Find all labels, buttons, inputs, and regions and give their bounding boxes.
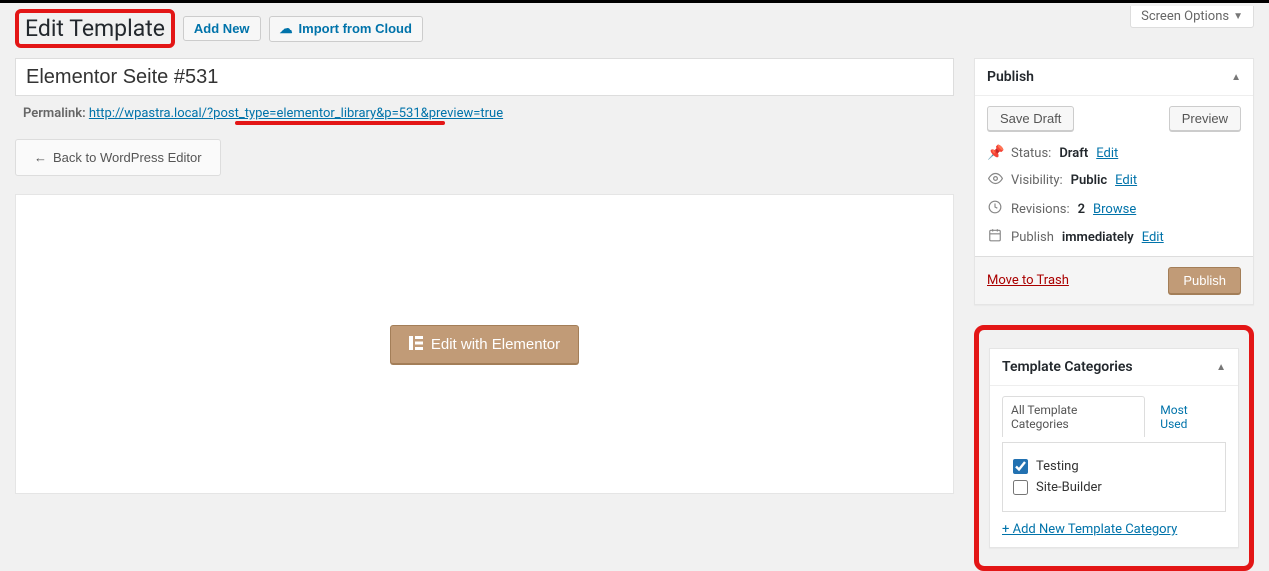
status-edit-link[interactable]: Edit [1096,146,1118,161]
visibility-value: Public [1071,173,1107,188]
post-title-input[interactable] [15,58,954,96]
annotation-underline [235,121,445,125]
arrow-left-icon: ← [34,150,47,165]
pin-icon: 📌 [987,145,1003,161]
publish-time-value: immediately [1062,230,1134,245]
publish-metabox: Publish ▲ Save Draft Preview 📌 Status: D… [974,58,1254,305]
publish-time-edit-link[interactable]: Edit [1142,230,1164,245]
publish-header[interactable]: Publish ▲ [975,59,1253,96]
move-to-trash-link[interactable]: Move to Trash [987,273,1069,288]
category-checkbox-site-builder[interactable] [1013,480,1028,495]
chevron-down-icon: ▼ [1233,11,1243,22]
status-value: Draft [1059,146,1088,161]
publish-time-label: Publish [1011,230,1054,245]
screen-options-label: Screen Options [1141,9,1229,24]
publish-button[interactable]: Publish [1168,267,1241,294]
elementor-btn-label: Edit with Elementor [431,336,560,353]
import-label: Import from Cloud [299,21,412,36]
add-new-category-link[interactable]: + Add New Template Category [1002,522,1177,537]
edit-with-elementor-button[interactable]: Edit with Elementor [390,325,579,364]
preview-button[interactable]: Preview [1169,106,1241,131]
category-checkbox-testing[interactable] [1013,459,1028,474]
save-draft-button[interactable]: Save Draft [987,106,1074,131]
categories-highlight-frame: Template Categories ▲ All Template Categ… [974,325,1254,571]
publish-title: Publish [987,69,1034,85]
category-label: Site-Builder [1036,480,1102,495]
revisions-count: 2 [1078,202,1085,217]
categories-title: Template Categories [1002,359,1133,375]
revisions-browse-link[interactable]: Browse [1093,202,1136,217]
chevron-up-icon: ▲ [1216,362,1226,373]
chevron-up-icon: ▲ [1231,72,1241,83]
revisions-label: Revisions: [1011,202,1070,217]
back-to-wp-editor-button[interactable]: ← Back to WordPress Editor [15,139,221,176]
permalink-label: Permalink: [23,106,86,121]
visibility-label: Visibility: [1011,173,1063,188]
cloud-icon: ☁ [280,21,293,37]
tab-most-used[interactable]: Most Used [1151,396,1226,437]
import-from-cloud-button[interactable]: ☁ Import from Cloud [269,16,423,42]
page-title: Edit Template [15,9,175,48]
elementor-icon [409,336,423,353]
template-categories-metabox: Template Categories ▲ All Template Categ… [989,348,1239,548]
status-label: Status: [1011,146,1051,161]
category-item-site-builder[interactable]: Site-Builder [1013,480,1215,495]
back-label: Back to WordPress Editor [53,150,202,165]
editor-canvas: Edit with Elementor [15,194,954,494]
category-label: Testing [1036,459,1079,474]
add-new-button[interactable]: Add New [183,16,261,41]
add-new-label: Add New [194,21,250,36]
screen-options-button[interactable]: Screen Options ▼ [1130,6,1254,28]
category-item-testing[interactable]: Testing [1013,459,1215,474]
eye-icon [987,171,1003,190]
calendar-icon [987,228,1003,246]
categories-header[interactable]: Template Categories ▲ [990,349,1238,386]
tab-all-categories[interactable]: All Template Categories [1002,396,1145,437]
revisions-icon [987,200,1003,218]
visibility-edit-link[interactable]: Edit [1115,173,1137,188]
permalink-link[interactable]: http://wpastra.local/?post_type=elemento… [89,106,503,121]
